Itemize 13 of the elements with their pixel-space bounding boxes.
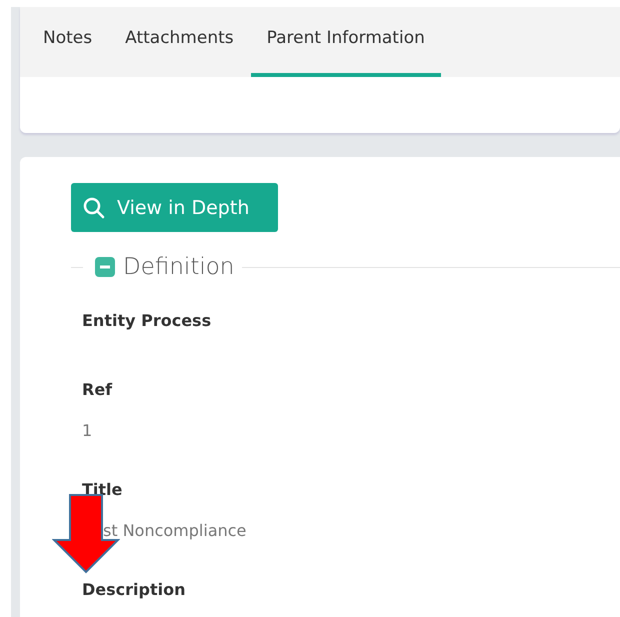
tab[interactable]: Attachments: [109, 7, 250, 77]
section-title: Definition: [123, 254, 234, 280]
collapse-icon[interactable]: [95, 257, 115, 277]
field-value: st Noncompliance: [103, 521, 246, 540]
field-label: Description: [82, 580, 186, 601]
tab[interactable]: Parent Information: [250, 7, 441, 77]
search-icon: [83, 196, 105, 218]
field-label: Entity Process: [82, 311, 212, 332]
tab[interactable]: Notes: [27, 7, 108, 77]
field-label: Ref: [82, 380, 114, 401]
field-label: Title: [82, 480, 124, 501]
field-value: 1: [82, 421, 94, 442]
down-arrow-icon: [52, 494, 120, 574]
